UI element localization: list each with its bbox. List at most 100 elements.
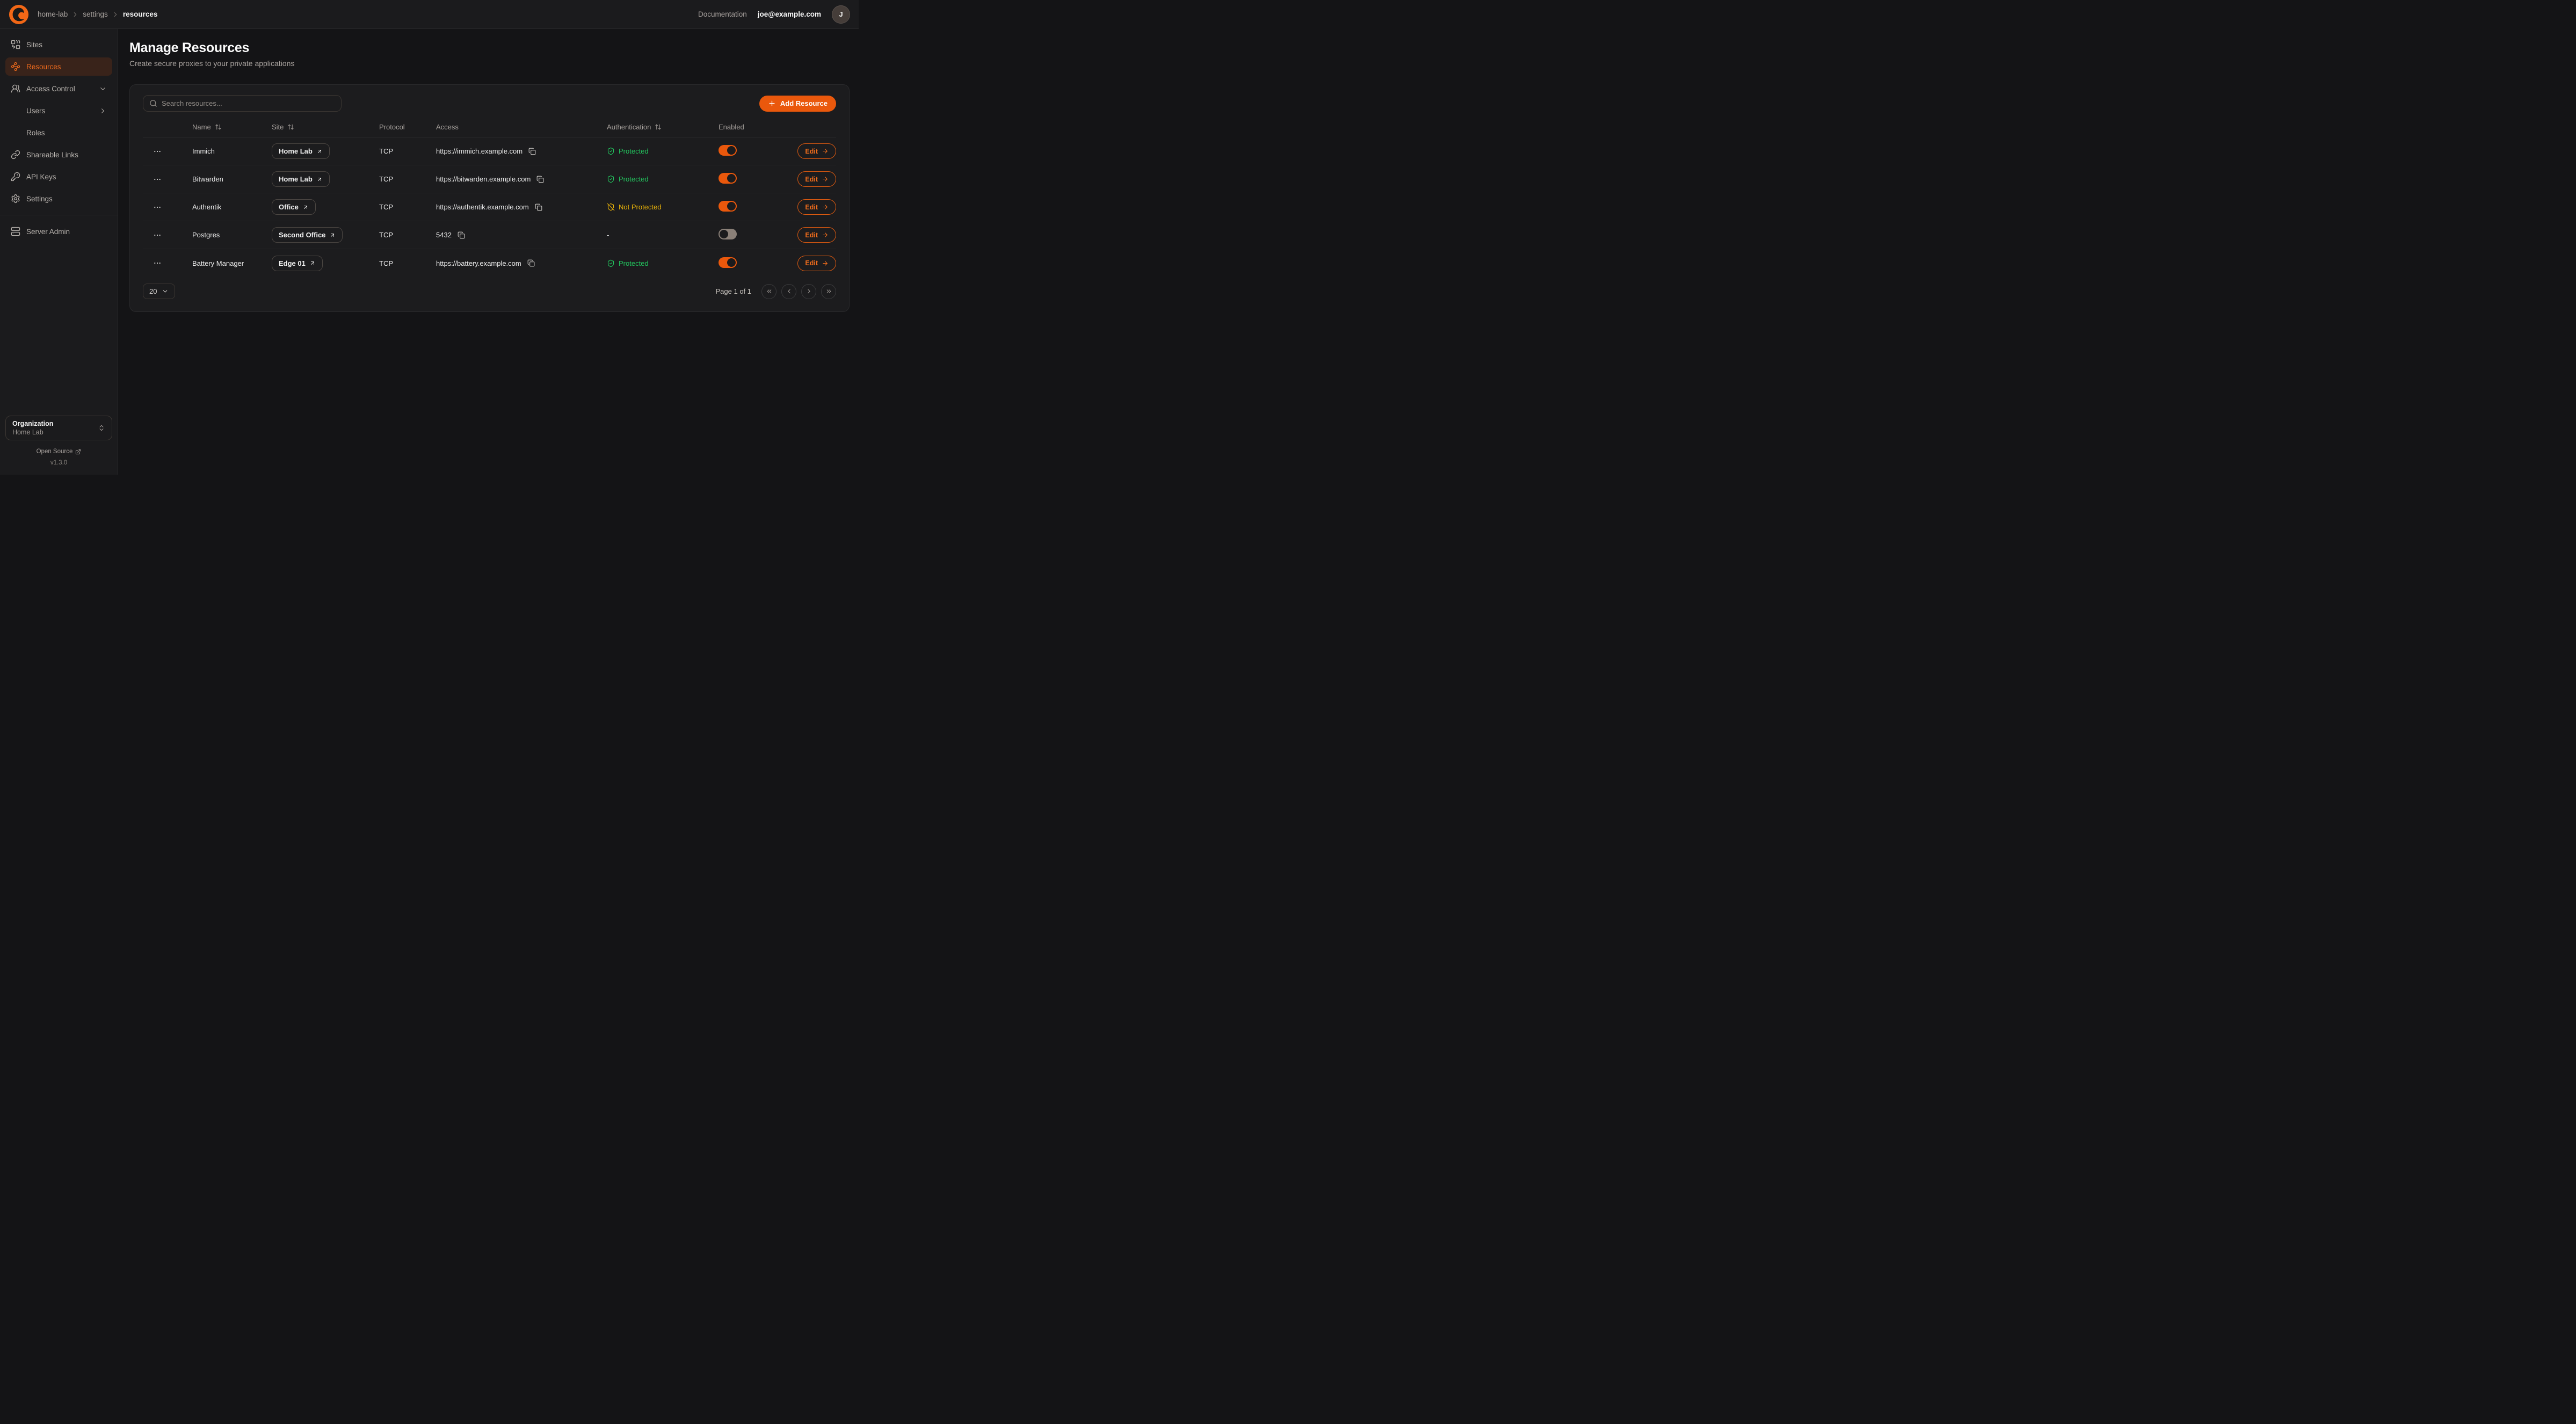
copy-button[interactable] (534, 202, 543, 212)
arrow-up-right-icon (302, 204, 309, 210)
documentation-link[interactable]: Documentation (698, 10, 747, 18)
table-row: Immich Home Lab TCP https://immich.e (143, 137, 836, 165)
topbar: home-lab settings resources Documentatio… (0, 0, 859, 29)
site-link[interactable]: Home Lab (272, 171, 330, 187)
sort-icon (215, 123, 222, 130)
site-link[interactable]: Home Lab (272, 143, 330, 159)
sidebar-item-resources[interactable]: Resources (5, 57, 112, 76)
resource-protocol: TCP (379, 259, 436, 267)
auth-status: Protected (607, 147, 719, 155)
sidebar-item-api-keys[interactable]: API Keys (5, 168, 112, 186)
first-page-button[interactable] (761, 284, 777, 299)
arrow-right-icon (822, 231, 829, 238)
add-resource-button[interactable]: Add Resource (759, 96, 836, 112)
open-source-link[interactable]: Open Source (5, 448, 112, 455)
arrow-up-right-icon (316, 176, 323, 183)
auth-status: Protected (607, 175, 719, 183)
arrow-right-icon (822, 148, 829, 155)
main-content: Manage Resources Create secure proxies t… (118, 29, 859, 475)
page-size-select[interactable]: 20 (143, 284, 175, 299)
sidebar-item-label: Server Admin (26, 228, 70, 236)
arrow-up-right-icon (309, 260, 316, 266)
edit-button[interactable]: Edit (797, 227, 836, 243)
chevrons-up-down-icon (98, 424, 105, 432)
ellipsis-icon (153, 175, 162, 184)
table-row: Battery Manager Edge 01 TCP https:// (143, 249, 836, 277)
external-link-icon (75, 449, 81, 455)
enabled-toggle[interactable] (719, 257, 737, 268)
resource-protocol: TCP (379, 231, 436, 239)
sidebar-item-sites[interactable]: Sites (5, 35, 112, 54)
sidebar-item-shareable-links[interactable]: Shareable Links (5, 146, 112, 164)
edit-button[interactable]: Edit (797, 171, 836, 187)
breadcrumb-current: resources (123, 10, 158, 18)
gear-icon (11, 194, 20, 204)
sort-icon (655, 123, 662, 130)
edit-button[interactable]: Edit (797, 256, 836, 271)
sidebar-item-label: Shareable Links (26, 151, 78, 159)
sidebar-item-settings[interactable]: Settings (5, 190, 112, 208)
last-page-button[interactable] (821, 284, 836, 299)
column-header-site[interactable]: Site (272, 123, 379, 131)
page-status: Page 1 of 1 (716, 287, 752, 295)
sidebar-item-label: Access Control (26, 85, 75, 93)
row-menu-button[interactable] (149, 145, 165, 158)
site-link[interactable]: Edge 01 (272, 256, 323, 271)
table-row: Postgres Second Office TCP 5432 (143, 221, 836, 249)
column-header-authentication[interactable]: Authentication (607, 123, 719, 131)
org-selector[interactable]: Organization Home Lab (5, 416, 112, 440)
row-menu-button[interactable] (149, 229, 165, 242)
resource-access: https://authentik.example.com (436, 203, 529, 211)
breadcrumb-org[interactable]: home-lab (38, 10, 68, 18)
enabled-toggle[interactable] (719, 201, 737, 212)
row-menu-button[interactable] (149, 173, 165, 186)
sidebar: Sites Resources Access Control Users (0, 29, 118, 475)
row-menu-button[interactable] (149, 201, 165, 214)
search-box (143, 95, 342, 112)
ellipsis-icon (153, 203, 162, 212)
enabled-toggle[interactable] (719, 229, 737, 239)
sidebar-item-label: Settings (26, 195, 53, 203)
user-email[interactable]: joe@example.com (758, 10, 821, 18)
row-menu-button[interactable] (149, 257, 165, 270)
enabled-toggle[interactable] (719, 173, 737, 184)
avatar[interactable]: J (832, 5, 850, 24)
chevron-down-icon (99, 85, 107, 93)
sidebar-item-users[interactable]: Users (5, 101, 112, 120)
prev-page-button[interactable] (781, 284, 796, 299)
table-header: Name Site Protocol Access Authenticati (143, 117, 836, 137)
shield-off-icon (607, 203, 615, 211)
enabled-toggle[interactable] (719, 145, 737, 156)
search-input[interactable] (162, 99, 335, 107)
sidebar-item-label: API Keys (26, 173, 56, 181)
sidebar-item-roles[interactable]: Roles (5, 123, 112, 142)
edit-button[interactable]: Edit (797, 143, 836, 159)
pangolin-logo-icon[interactable] (9, 4, 29, 25)
site-link[interactable]: Second Office (272, 227, 343, 243)
resource-access: https://bitwarden.example.com (436, 175, 531, 183)
column-header-access: Access (436, 123, 607, 131)
next-page-button[interactable] (801, 284, 816, 299)
server-icon (11, 227, 20, 236)
edit-button[interactable]: Edit (797, 199, 836, 215)
sidebar-item-server-admin[interactable]: Server Admin (5, 222, 112, 241)
copy-icon (527, 259, 535, 267)
site-link[interactable]: Office (272, 199, 316, 215)
version-label: v1.3.0 (5, 460, 112, 466)
copy-button[interactable] (535, 175, 545, 184)
ellipsis-icon (153, 231, 162, 239)
copy-icon (535, 204, 542, 211)
copy-button[interactable] (527, 147, 537, 156)
column-header-name[interactable]: Name (192, 123, 272, 131)
chevron-right-icon (71, 11, 79, 18)
sidebar-item-label: Users (26, 107, 45, 115)
sidebar-item-access-control[interactable]: Access Control (5, 79, 112, 98)
search-icon (149, 99, 157, 107)
copy-button[interactable] (526, 258, 536, 268)
shield-check-icon (607, 175, 615, 183)
arrow-up-right-icon (329, 232, 336, 238)
copy-button[interactable] (456, 230, 466, 240)
breadcrumb-settings[interactable]: settings (83, 10, 108, 18)
link-icon (11, 150, 20, 159)
page-subtitle: Create secure proxies to your private ap… (129, 59, 850, 68)
